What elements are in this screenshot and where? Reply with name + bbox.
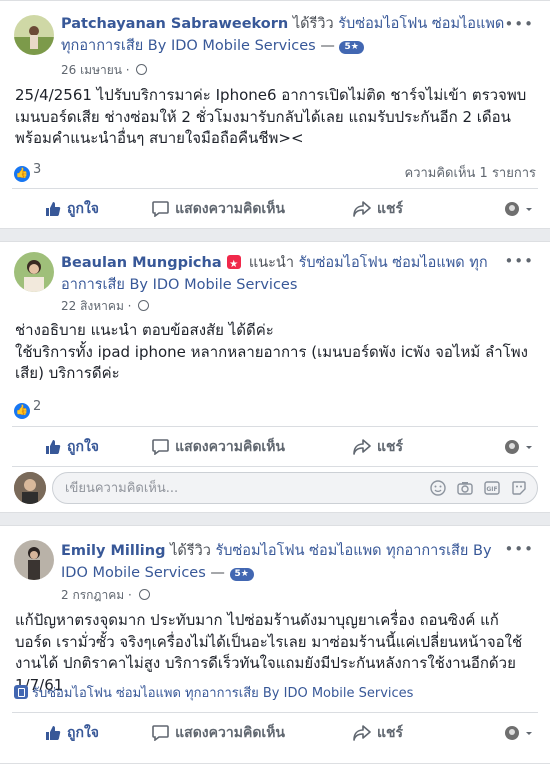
emoji-icon[interactable] [430,480,446,496]
comment-icon [152,439,169,455]
action-verb: แนะนำ [248,255,294,271]
share-icon [353,439,371,455]
post-header: Emily Milling ได้รีวิว รับซ่อมไอโฟน ซ่อม… [61,543,492,581]
thumbs-up-icon [46,440,61,454]
review-post: ••• Emily Milling ได้รีวิว รับซ่อมไอโฟน … [0,525,550,764]
post-meta: 26 เมษายน · [61,62,148,78]
like-count: 2 [33,399,42,414]
action-bar: ถูกใจ แสดงความคิดเห็น แชร์ [12,192,538,226]
audience-icon [505,440,532,454]
comment-button[interactable]: แสดงความคิดเห็น [132,716,297,750]
reaction-summary[interactable]: 👍 2 [14,398,41,419]
thumbs-up-icon [46,202,61,216]
avatar[interactable] [14,15,54,55]
audience-selector[interactable] [417,192,538,226]
rating-badge: 5★ [229,568,254,581]
like-button[interactable]: ถูกใจ [12,192,132,226]
action-verb: ได้รีวิว [170,543,211,559]
svg-text:GIF: GIF [486,486,497,493]
action-verb: ได้รีวิว [292,16,334,32]
divider [12,466,538,467]
post-date[interactable]: 26 เมษายน [61,63,122,77]
gif-icon[interactable]: GIF [484,480,500,496]
share-icon [353,725,371,741]
rating-badge: 5★ [339,41,364,54]
divider [12,426,538,427]
action-bar: ถูกใจ แสดงความคิดเห็น แชร์ [12,430,538,464]
divider [12,712,538,713]
thumbs-up-icon [46,726,61,740]
audience-icon [505,726,532,740]
sticker-icon[interactable] [511,480,527,496]
avatar[interactable] [14,540,54,580]
share-icon [353,201,371,217]
like-button[interactable]: ถูกใจ [12,430,132,464]
globe-icon [136,64,148,75]
recommend-icon [227,254,242,276]
share-button[interactable]: แชร์ [297,716,417,750]
comment-button[interactable]: แสดงความคิดเห็น [132,192,297,226]
comment-icon [152,725,169,741]
comment-field[interactable]: GIF [52,472,538,504]
audience-icon [505,202,532,216]
thumbs-up-icon: 👍 [14,166,30,182]
comment-button[interactable]: แสดงความคิดเห็น [132,430,297,464]
audience-selector[interactable] [417,716,538,750]
thumbs-up-icon: 👍 [14,403,30,419]
page-tag[interactable]: รับซ่อมไอโฟน ซ่อมไอแพด ทุกอาการเสีย By I… [14,685,413,703]
divider [12,188,538,189]
avatar[interactable] [14,252,54,292]
post-body: แก้ปัญหาตรงจุดมาก ประทับมาก ไปซ่อมร้านดั… [15,611,523,694]
share-button[interactable]: แชร์ [297,430,417,464]
globe-icon [138,300,150,311]
post-date[interactable]: 2 กรกฎาคม [61,588,124,602]
author-name[interactable]: Beaulan Mungpicha [61,255,222,271]
globe-icon [138,589,150,600]
comment-input[interactable] [53,473,353,503]
like-button[interactable]: ถูกใจ [12,716,132,750]
like-count: 3 [33,162,42,177]
post-date[interactable]: 22 สิงหาคม [61,299,124,313]
author-name[interactable]: Patchayanan Sabraweekorn [61,16,288,32]
share-button[interactable]: แชร์ [297,192,417,226]
camera-icon[interactable] [457,480,473,496]
post-body: ช่างอธิบาย แนะนำ ตอบข้อสงสัย ได้ดีค่ะ ใช… [15,321,528,382]
comment-composer: GIF [12,468,538,508]
avatar [14,472,46,504]
comment-count[interactable]: ความคิดเห็น 1 รายการ [405,162,537,183]
author-name[interactable]: Emily Milling [61,543,165,559]
page-icon [14,685,28,699]
post-header: Beaulan Mungpicha แนะนำ รับซ่อมไอโฟน ซ่อ… [61,252,510,296]
post-meta: 22 สิงหาคม · [61,298,150,314]
post-header: Patchayanan Sabraweekorn ได้รีวิว รับซ่อ… [61,16,505,54]
recommendation-post: ••• Beaulan Mungpicha แนะนำ รับซ่อมไอโฟน… [0,241,550,513]
audience-selector[interactable] [417,430,538,464]
review-post: ••• Patchayanan Sabraweekorn ได้รีวิว รั… [0,0,550,229]
post-meta: 2 กรกฎาคม · [61,587,150,603]
comment-icon [152,201,169,217]
post-body: 25/4/2561 ไปรับบริการมาค่ะ Iphone6 อาการ… [15,86,527,147]
action-bar: ถูกใจ แสดงความคิดเห็น แชร์ [12,716,538,750]
reaction-summary[interactable]: 👍 3 [14,161,41,182]
